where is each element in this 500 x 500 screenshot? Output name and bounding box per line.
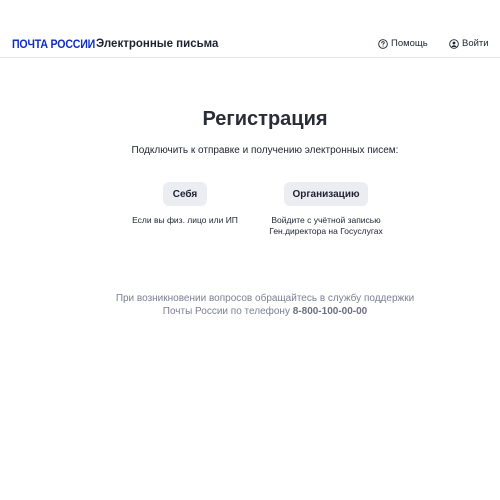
top-header: ПОЧТА РОССИИ Электронные письма Помощь В… [0,0,500,58]
help-label: Помощь [391,38,428,49]
support-line2-prefix: Почты России по телефону [162,306,290,317]
support-phone[interactable]: 8-800-100-00-00 [293,306,368,317]
organization-option-caption: Войдите с учётной записью Ген.директора … [256,215,396,237]
organization-caption-line1: Войдите с учётной записью [271,215,381,225]
register-self-button[interactable]: Себя [163,182,207,206]
support-line2: Почты России по телефону 8-800-100-00-00 [0,305,500,318]
support-line1: При возникновении вопросов обращайтесь в… [115,293,415,304]
organization-caption-line2: Ген.директора на Госуслугах [269,226,383,236]
support-notice: При возникновении вопросов обращайтесь в… [0,292,500,318]
register-organization-button[interactable]: Организацию [284,182,368,206]
login-label: Войти [462,38,489,49]
login-link[interactable]: Войти [449,38,489,49]
question-circle-icon [378,38,388,49]
service-title: Электронные письма [96,38,219,50]
page-title: Регистрация [202,108,328,130]
pochta-logo[interactable]: ПОЧТА РОССИИ [12,39,95,51]
page-subtitle: Подключить к отправке и получению электр… [131,145,399,156]
help-link[interactable]: Помощь [378,38,428,49]
self-option-caption: Если вы физ. лицо или ИП [132,215,238,225]
user-circle-icon [449,38,459,49]
